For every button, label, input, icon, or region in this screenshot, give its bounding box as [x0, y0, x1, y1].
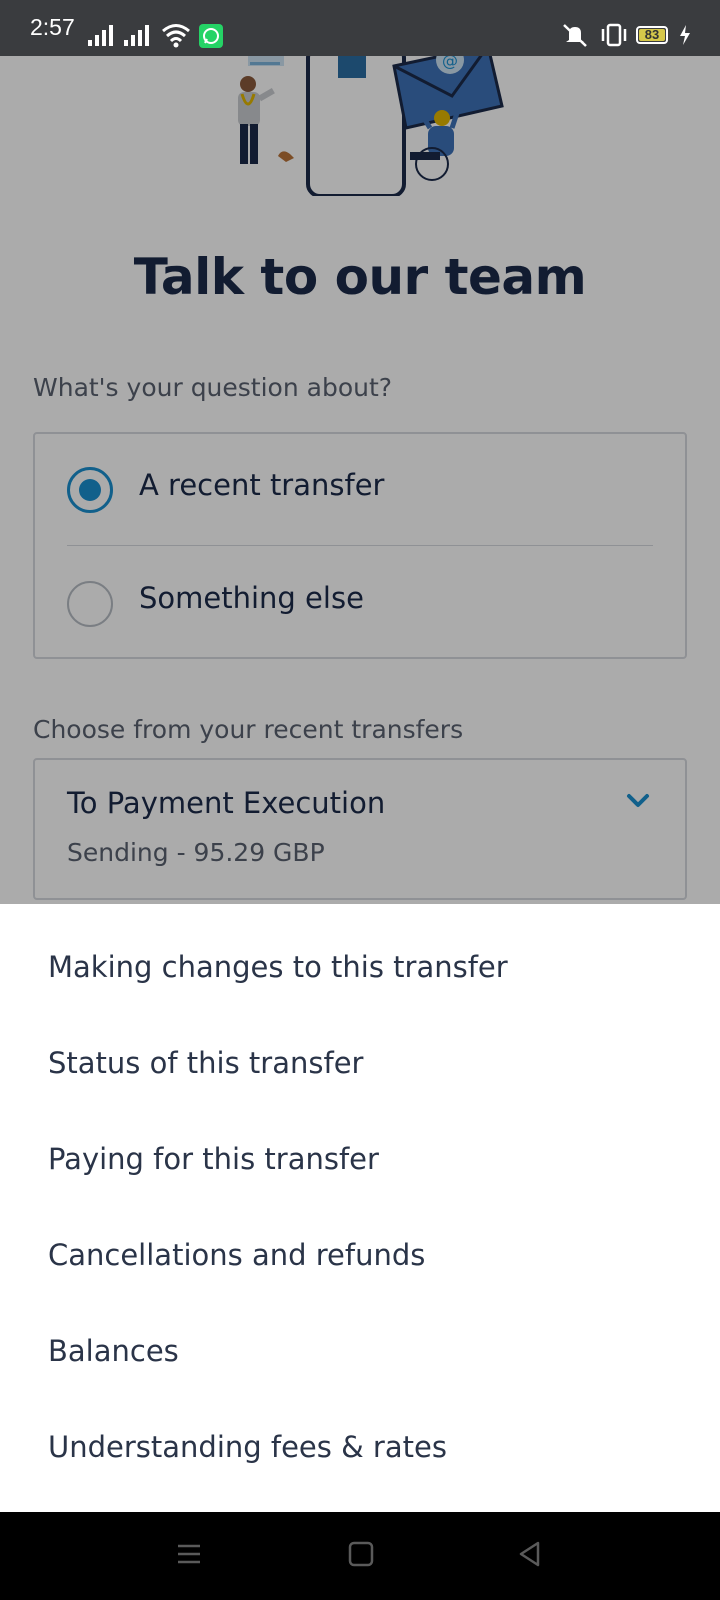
transfers-label: Choose from your recent transfers	[33, 715, 464, 744]
vibrate-icon	[601, 23, 627, 47]
question-radio-group: A recent transfer Something else	[33, 432, 687, 659]
signal-icon	[88, 25, 113, 46]
navigation-bar	[0, 1512, 720, 1600]
status-time: 2:57	[30, 14, 75, 40]
chevron-down-icon[interactable]	[625, 788, 651, 814]
radio-option-recent-transfer[interactable]: A recent transfer	[35, 434, 685, 546]
status-bar: 2:57 83	[0, 0, 720, 56]
mute-icon	[563, 24, 587, 47]
radio-selected-icon[interactable]	[67, 467, 113, 513]
menu-icon[interactable]	[175, 1540, 203, 1568]
radio-option-label: A recent transfer	[139, 468, 385, 502]
back-icon[interactable]	[516, 1540, 544, 1568]
battery-icon: 83	[636, 26, 668, 44]
whatsapp-icon	[199, 24, 223, 48]
support-illustration: @	[238, 56, 504, 196]
charging-icon	[680, 25, 690, 45]
radio-option-something-else[interactable]: Something else	[35, 546, 685, 658]
page-title: Talk to our team	[133, 248, 587, 306]
signal-icon	[124, 25, 149, 46]
radio-unselected-icon[interactable]	[67, 581, 113, 627]
sheet-item-making-changes[interactable]: Making changes to this transfer	[48, 950, 508, 984]
radio-option-label: Something else	[139, 581, 364, 615]
question-label: What's your question about?	[33, 373, 393, 402]
sheet-item-status[interactable]: Status of this transfer	[48, 1046, 363, 1080]
recent-transfer-select[interactable]: To Payment Execution Sending - 95.29 GBP	[33, 758, 687, 900]
sheet-item-balances[interactable]: Balances	[48, 1334, 179, 1368]
home-icon[interactable]	[347, 1540, 375, 1568]
svg-text:@: @	[442, 56, 458, 70]
transfer-title: To Payment Execution	[67, 786, 386, 820]
sheet-item-fees-rates[interactable]: Understanding fees & rates	[48, 1430, 447, 1464]
wifi-icon	[162, 24, 190, 48]
transfer-subtitle: Sending - 95.29 GBP	[67, 838, 325, 867]
topic-bottom-sheet: Making changes to this transfer Status o…	[0, 904, 720, 1512]
sheet-item-cancellations[interactable]: Cancellations and refunds	[48, 1238, 425, 1272]
battery-level: 83	[644, 27, 660, 42]
sheet-item-paying[interactable]: Paying for this transfer	[48, 1142, 379, 1176]
